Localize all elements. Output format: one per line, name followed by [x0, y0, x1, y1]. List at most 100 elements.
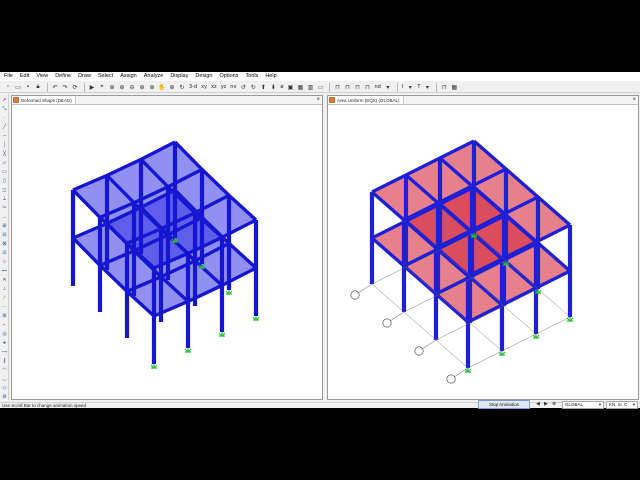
rotate-icon[interactable]: ↻ [178, 83, 186, 91]
all-icon[interactable]: ⊞ [1, 222, 8, 229]
stop-animation-button[interactable]: Stop Animation [478, 400, 530, 409]
refresh-icon[interactable]: ⟳ [71, 83, 79, 91]
view-tab[interactable]: Area Uniform (EQX) (GLOBAL) [328, 96, 404, 104]
units-select[interactable]: KN, m, C ▼ [606, 401, 638, 409]
wall-section-icon[interactable]: ⊓ [440, 83, 448, 91]
zoom-fit-icon[interactable]: ⊕ [138, 83, 146, 91]
menu-assign[interactable]: Assign [120, 72, 137, 81]
wall-icon[interactable]: ⊓ [353, 83, 361, 91]
nd-button[interactable]: nd [373, 83, 381, 91]
zoom-out-icon[interactable]: ⊖ [128, 83, 136, 91]
section-t-button[interactable]: T [416, 83, 421, 91]
view-xy-button[interactable]: xy [200, 83, 208, 91]
grid-icon[interactable]: ▦ [450, 83, 458, 91]
forward-icon[interactable]: ▶ [544, 401, 548, 408]
draw-beam-icon[interactable]: ─ [1, 132, 8, 139]
snap-parallel-icon[interactable]: ∥ [1, 357, 8, 364]
joint-icon[interactable]: · [1, 114, 8, 121]
snap-point-icon[interactable]: ⊡ [1, 249, 8, 256]
dimension-icon[interactable]: ↔ [1, 213, 8, 220]
up-icon[interactable]: ⬆ [259, 83, 267, 91]
zoom-window-icon[interactable]: ⊕ [108, 83, 116, 91]
menu-design[interactable]: Design [195, 72, 212, 81]
draw-column-icon[interactable]: │ [1, 141, 8, 148]
close-icon[interactable]: × [632, 96, 636, 105]
menu-options[interactable]: Options [220, 72, 239, 81]
shrink-icon[interactable]: ▣ [286, 83, 294, 91]
select-pointer-icon[interactable]: ➚ [1, 96, 8, 103]
floor-icon[interactable]: ⊓ [343, 83, 351, 91]
menu-analyze[interactable]: Analyze [144, 72, 164, 81]
open-icon[interactable]: ▭ [14, 83, 22, 91]
view-3d-button[interactable]: 3-d [188, 83, 198, 91]
run-icon[interactable]: ▶ [88, 83, 96, 91]
rotate-left-icon[interactable]: ↺ [239, 83, 247, 91]
snap-tangent-icon[interactable]: ◡ [1, 375, 8, 382]
reshape-icon[interactable]: ⤡ [1, 105, 8, 112]
menu-tools[interactable]: Tools [245, 72, 258, 81]
menu-edit[interactable]: Edit [20, 72, 29, 81]
view-nv-button[interactable]: nv [229, 83, 237, 91]
snap-quad-icon[interactable]: ◇ [1, 384, 8, 391]
rewind-icon[interactable]: ◀ [536, 401, 540, 408]
beam-icon[interactable]: ▭ [316, 83, 324, 91]
brace-icon[interactable]: ⊓ [333, 83, 341, 91]
snap-line-icon[interactable]: ∕ [1, 294, 8, 301]
undo-icon[interactable]: ↶ [51, 83, 59, 91]
menu-file[interactable]: File [4, 72, 13, 81]
column-icon[interactable]: ▥ [306, 83, 314, 91]
snap-tool-icon[interactable]: ⚙︎ [1, 393, 8, 400]
draw-opening-icon[interactable]: ◻ [1, 186, 8, 193]
snap-mid-icon[interactable]: ⊷ [1, 267, 8, 274]
draw-wall-icon[interactable]: ▯ [1, 177, 8, 184]
pan-icon[interactable]: ✋ [158, 83, 166, 91]
menu-select[interactable]: Select [98, 72, 113, 81]
menu-draw[interactable]: Draw [78, 72, 91, 81]
snap-fine-icon[interactable]: ⋯ [1, 303, 8, 310]
snap-intersect-icon[interactable]: ✕ [1, 276, 8, 283]
label-icon[interactable]: ⊓ [363, 83, 371, 91]
menu-help[interactable]: Help [265, 72, 276, 81]
menu-view[interactable]: View [36, 72, 48, 81]
new-icon[interactable]: ▫ [4, 83, 12, 91]
rotate-right-icon[interactable]: ↻ [249, 83, 257, 91]
save-icon[interactable]: ▪ [24, 83, 32, 91]
snap-perp-icon[interactable]: ⊥ [1, 285, 8, 292]
menu-display[interactable]: Display [170, 72, 188, 81]
area-load-model[interactable] [328, 106, 638, 400]
lock-icon[interactable]: 🔒︎ [34, 83, 42, 91]
coord-system-select[interactable]: GLOBAL ▼ [562, 401, 604, 409]
snap-node-icon[interactable]: ● [1, 339, 8, 346]
snap-extend-icon[interactable]: ⤏ [1, 348, 8, 355]
previous-icon[interactable]: ⊟ [1, 231, 8, 238]
view-tab[interactable]: Deformed Shape (DEAD) [12, 96, 76, 104]
snap-end-icon[interactable]: ⊹ [1, 258, 8, 265]
zoom-previous-icon[interactable]: ⊕ [148, 83, 156, 91]
snap-center-icon[interactable]: ◎ [1, 330, 8, 337]
step-icon[interactable]: ⊕ [552, 401, 556, 408]
draw-rect-icon[interactable]: ▭ [1, 168, 8, 175]
deformed-shape-model[interactable] [12, 106, 322, 400]
snap-grid-icon[interactable]: ⊞ [1, 312, 8, 319]
down-icon[interactable]: ⬇ [269, 83, 277, 91]
frame-icon[interactable]: ▦ [296, 83, 304, 91]
perspective-button[interactable]: ø [279, 83, 284, 91]
dropdown-icon[interactable]: ▾ [423, 83, 431, 91]
area-load-view[interactable]: Area Uniform (EQX) (GLOBAL) × [327, 95, 639, 400]
draw-frame-icon[interactable]: ╱ [1, 123, 8, 130]
draw-link-icon[interactable]: ⟂ [1, 195, 8, 202]
redo-icon[interactable]: ↷ [61, 83, 69, 91]
zoom-in-icon[interactable]: ⊕ [118, 83, 126, 91]
close-icon[interactable]: × [316, 96, 320, 105]
dropdown-icon[interactable]: ▾ [406, 83, 414, 91]
view-yz-button[interactable]: yz [220, 83, 228, 91]
snap-arc-icon[interactable]: ◠ [1, 366, 8, 373]
draw-section-cut-icon[interactable]: ✂ [1, 204, 8, 211]
snap-edge-icon[interactable]: ⌐ [1, 321, 8, 328]
view-xz-button[interactable]: xz [210, 83, 218, 91]
draw-brace-icon[interactable]: ╳ [1, 150, 8, 157]
draw-floor-icon[interactable]: ▱ [1, 159, 8, 166]
clear-icon[interactable]: ⊠ [1, 240, 8, 247]
section-i-button[interactable]: I [401, 83, 404, 91]
pointer-icon[interactable]: ⌖ [98, 83, 106, 91]
